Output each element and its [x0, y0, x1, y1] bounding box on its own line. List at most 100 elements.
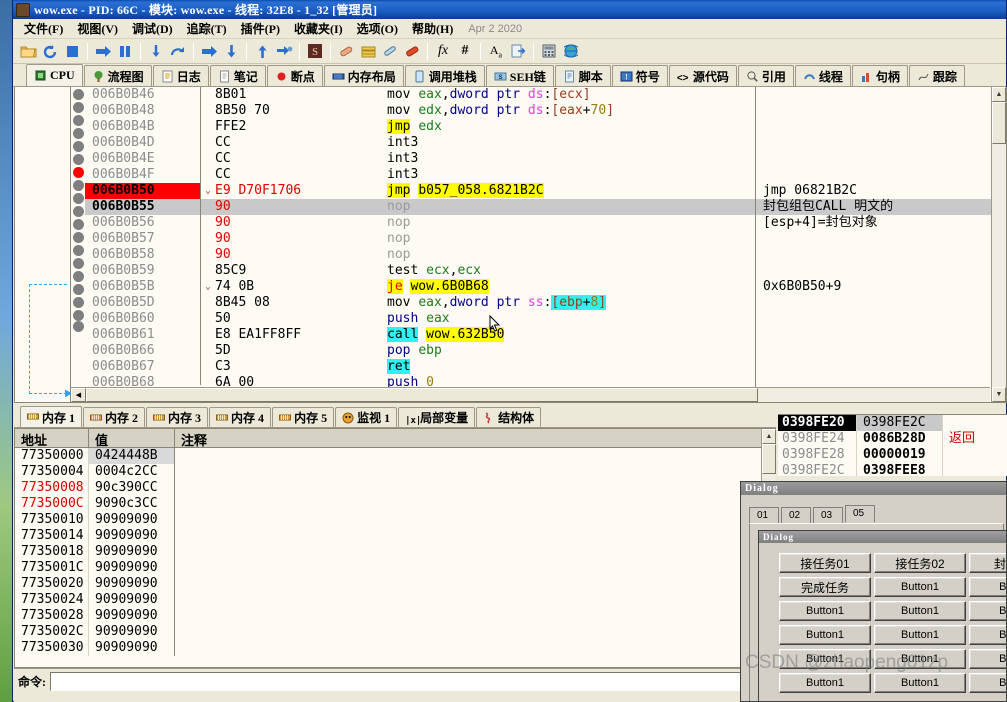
instruction-comment[interactable] — [756, 103, 991, 119]
breakpoint-dot[interactable] — [73, 258, 84, 269]
disassembly-row[interactable]: 006B0B57 90 nop — [85, 231, 755, 247]
instruction-bytes[interactable]: 8B01 — [215, 87, 387, 103]
tab-notes[interactable]: 笔记 — [209, 65, 266, 86]
instruction-bytes[interactable]: FFE2 — [215, 119, 387, 135]
memory-comment[interactable] — [175, 560, 775, 576]
step-into-icon[interactable] — [145, 41, 167, 62]
dialog-button-16[interactable]: Button1 — [779, 673, 871, 693]
instruction-mnemonic[interactable]: jmp edx — [387, 119, 755, 135]
tab-script[interactable]: 脚本 — [554, 65, 611, 86]
instruction-address[interactable]: 006B0B5D — [85, 295, 201, 311]
tab-seh[interactable]: S SEH链 — [485, 65, 554, 86]
instruction-comment[interactable] — [756, 87, 991, 103]
instruction-address[interactable]: 006B0B67 — [85, 359, 201, 375]
breakpoint-dot[interactable] — [73, 271, 84, 282]
instruction-bytes[interactable]: C3 — [215, 359, 387, 375]
breakpoint-dot[interactable] — [73, 89, 84, 100]
tool-dialog-window[interactable]: Dialog 01020305 Dialog 接任务01接任务02封包HO 完成任… — [740, 481, 1007, 702]
memory-tab-8[interactable]: 结构体 — [476, 407, 542, 427]
memory-value[interactable]: 90909090 — [89, 544, 175, 560]
instruction-address[interactable]: 006B0B4E — [85, 151, 201, 167]
instruction-comment[interactable] — [756, 263, 991, 279]
step-into-arrow-icon[interactable] — [198, 41, 220, 62]
instruction-mnemonic[interactable]: mov eax,dword ptr ss:[ebp+8] — [387, 295, 755, 311]
instruction-comment[interactable] — [756, 135, 991, 151]
disassembly-row[interactable]: 006B0B55 90 nop — [85, 199, 755, 215]
menu-item-help[interactable]: 帮助(H) — [405, 19, 460, 38]
menu-item-view[interactable]: 视图(V) — [70, 19, 125, 38]
dialog-button-5[interactable]: Button1 — [874, 577, 966, 597]
disassembly-row[interactable]: 006B0B66 5D pop ebp — [85, 343, 755, 359]
instruction-comment[interactable] — [756, 119, 991, 135]
memory-value[interactable]: 90909090 — [89, 576, 175, 592]
instruction-comment[interactable] — [756, 167, 991, 183]
disassembly-row[interactable]: 006B0B4D CC int3 — [85, 135, 755, 151]
breakpoint-dot[interactable] — [73, 321, 84, 332]
dialog-button-2[interactable]: 接任务02 — [874, 553, 966, 573]
instruction-mnemonic[interactable]: mov eax,dword ptr ds:[ecx] — [387, 87, 755, 103]
memory-value[interactable]: 90909090 — [89, 624, 175, 640]
instruction-address[interactable]: 006B0B68 — [85, 375, 201, 390]
memory-comment[interactable] — [175, 512, 775, 528]
instruction-mnemonic[interactable]: test ecx,ecx — [387, 263, 755, 279]
dialog-button-6[interactable]: Button — [969, 577, 1006, 597]
memory-row[interactable]: 77350000 0424448B — [15, 448, 775, 464]
memory-row[interactable]: 7735002C 90909090 — [15, 624, 775, 640]
menu-item-options[interactable]: 选项(O) — [350, 19, 405, 38]
scylla-icon[interactable]: S — [304, 41, 326, 62]
instruction-mnemonic[interactable]: ret — [387, 359, 755, 375]
step-over-icon[interactable] — [167, 41, 189, 62]
breakpoint-dot[interactable] — [73, 141, 84, 152]
instruction-mnemonic[interactable]: je wow.6B0B68 — [387, 279, 755, 295]
disassembly-row[interactable]: 006B0B4F CC int3 — [85, 167, 755, 183]
attach-icon[interactable] — [379, 41, 401, 62]
tab-memory-map[interactable]: 内存布局 — [323, 65, 404, 86]
instruction-comment[interactable] — [756, 231, 991, 247]
memory-row[interactable]: 77350024 90909090 — [15, 592, 775, 608]
instruction-address[interactable]: 006B0B46 — [85, 87, 201, 103]
instruction-comment[interactable] — [756, 327, 991, 343]
stack-value[interactable]: 00000019 — [856, 447, 942, 463]
breakpoint-column[interactable] — [71, 87, 85, 402]
dialog-button-9[interactable]: Button — [969, 601, 1006, 621]
dialog-button-18[interactable]: Button — [969, 673, 1006, 693]
memory-value[interactable]: 0004c2CC — [89, 464, 175, 480]
instruction-mnemonic[interactable]: push eax — [387, 311, 755, 327]
dialog-button-11[interactable]: Button1 — [874, 625, 966, 645]
stack-comment[interactable] — [942, 447, 1007, 463]
instruction-mnemonic[interactable]: pop ebp — [387, 343, 755, 359]
instruction-mnemonic[interactable]: nop — [387, 231, 755, 247]
memory-address[interactable]: 77350030 — [15, 640, 89, 656]
scroll-thumb[interactable] — [992, 102, 1006, 144]
disassembly-row[interactable]: 006B0B46 8B01 mov eax,dword ptr ds:[ecx] — [85, 87, 755, 103]
menu-item-favourites[interactable]: 收藏夹(I) — [287, 19, 350, 38]
menu-item-plugins[interactable]: 插件(P) — [234, 19, 287, 38]
instruction-address[interactable]: 006B0B4F — [85, 167, 201, 183]
memory-comment[interactable] — [175, 528, 775, 544]
dialog-button-12[interactable]: Button — [969, 625, 1006, 645]
instruction-address[interactable]: 006B0B61 — [85, 327, 201, 343]
run-icon[interactable] — [92, 41, 114, 62]
fx-icon[interactable]: fx — [432, 41, 454, 62]
instruction-address[interactable]: 006B0B58 — [85, 247, 201, 263]
memory-header-comment[interactable]: 注释 — [175, 429, 775, 448]
memory-row[interactable]: 77350010 90909090 — [15, 512, 775, 528]
disassembly-horizontal-scrollbar[interactable]: ◀ — [71, 387, 990, 402]
memory-row[interactable]: 7735001C 90909090 — [15, 560, 775, 576]
scroll-track[interactable] — [992, 102, 1006, 387]
hash-icon[interactable]: # — [454, 41, 476, 62]
tab-call-stack[interactable]: 调用堆栈 — [404, 65, 485, 86]
tab-graph[interactable]: 流程图 — [83, 65, 152, 86]
memory-tab-2[interactable]: 内存 2 — [83, 407, 146, 427]
tab-handles[interactable]: 句柄 — [851, 65, 908, 86]
breakpoint-dot[interactable] — [73, 297, 84, 308]
disassembly-row[interactable]: 006B0B48 8B50 70 mov edx,dword ptr ds:[eax… — [85, 103, 755, 119]
instruction-address[interactable]: 006B0B5B — [85, 279, 201, 295]
memory-address[interactable]: 77350004 — [15, 464, 89, 480]
memory-header-value[interactable]: 值 — [89, 429, 175, 448]
stack-row[interactable]: 0398FE20 0398FE2C — [778, 415, 1007, 431]
stack-address[interactable]: 0398FE24 — [778, 431, 856, 447]
instruction-address[interactable]: 006B0B4B — [85, 119, 201, 135]
disassembly-row[interactable]: 006B0B68 6A 00 push 0 — [85, 375, 755, 390]
stack-comment[interactable]: 返回 — [942, 431, 1007, 447]
